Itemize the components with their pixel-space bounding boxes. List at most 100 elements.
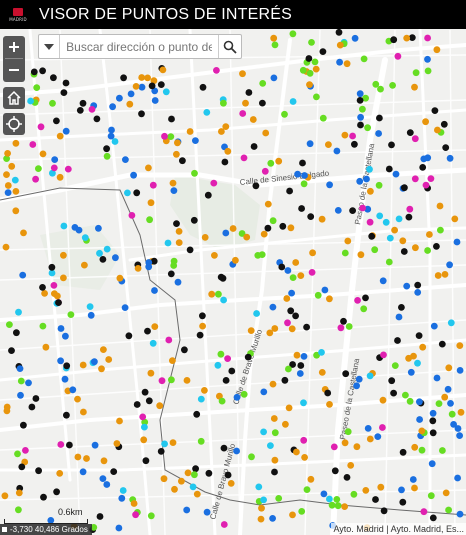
poi-marker[interactable] <box>13 329 20 337</box>
poi-marker[interactable] <box>394 337 401 344</box>
poi-marker[interactable] <box>416 416 423 423</box>
poi-marker[interactable] <box>203 508 211 516</box>
poi-marker[interactable] <box>411 484 418 492</box>
poi-marker[interactable] <box>32 395 40 402</box>
search-button[interactable] <box>218 35 241 58</box>
poi-marker[interactable] <box>419 164 427 171</box>
zoom-in-button[interactable] <box>3 36 25 58</box>
poi-marker[interactable] <box>343 474 351 481</box>
poi-marker[interactable] <box>103 152 111 160</box>
poi-marker[interactable] <box>56 173 64 181</box>
poi-marker[interactable] <box>356 177 364 185</box>
poi-marker[interactable] <box>12 207 20 215</box>
poi-marker[interactable] <box>375 181 383 189</box>
poi-marker[interactable] <box>4 150 11 157</box>
poi-marker[interactable] <box>62 79 70 87</box>
poi-marker[interactable] <box>456 432 463 439</box>
poi-marker[interactable] <box>307 475 315 483</box>
poi-marker[interactable] <box>411 443 419 451</box>
poi-marker[interactable] <box>341 503 348 510</box>
poi-marker[interactable] <box>427 492 435 500</box>
poi-marker[interactable] <box>422 118 429 126</box>
poi-marker[interactable] <box>456 367 464 374</box>
poi-marker[interactable] <box>288 289 295 297</box>
poi-marker[interactable] <box>63 362 71 370</box>
poi-marker[interactable] <box>360 305 368 313</box>
poi-marker[interactable] <box>133 189 141 197</box>
poi-marker[interactable] <box>379 396 387 404</box>
poi-marker[interactable] <box>121 304 129 311</box>
poi-marker[interactable] <box>243 233 251 241</box>
poi-marker[interactable] <box>441 393 449 401</box>
poi-marker[interactable] <box>151 97 159 104</box>
poi-marker[interactable] <box>258 251 266 258</box>
poi-marker[interactable] <box>62 332 69 340</box>
poi-marker[interactable] <box>377 85 384 93</box>
poi-marker[interactable] <box>325 141 332 149</box>
poi-marker[interactable] <box>354 297 361 304</box>
poi-marker[interactable] <box>64 165 72 173</box>
poi-marker[interactable] <box>169 357 176 364</box>
poi-marker[interactable] <box>308 39 315 46</box>
poi-marker[interactable] <box>376 212 384 220</box>
poi-marker[interactable] <box>103 481 111 488</box>
poi-marker[interactable] <box>203 109 211 116</box>
poi-marker[interactable] <box>218 397 226 405</box>
poi-marker[interactable] <box>271 456 279 464</box>
poi-marker[interactable] <box>151 323 159 330</box>
poi-marker[interactable] <box>191 471 198 479</box>
poi-marker[interactable] <box>239 110 247 117</box>
poi-marker[interactable] <box>264 200 272 208</box>
poi-marker[interactable] <box>60 251 67 259</box>
poi-marker[interactable] <box>245 89 253 96</box>
poi-marker[interactable] <box>385 165 393 173</box>
poi-marker[interactable] <box>130 171 138 179</box>
poi-marker[interactable] <box>53 117 60 125</box>
poi-marker[interactable] <box>178 477 185 485</box>
poi-marker[interactable] <box>39 150 47 158</box>
poi-marker[interactable] <box>281 376 289 384</box>
poi-marker[interactable] <box>368 232 376 240</box>
poi-marker[interactable] <box>192 465 200 473</box>
poi-marker[interactable] <box>418 427 426 435</box>
poi-marker[interactable] <box>183 506 191 514</box>
poi-marker[interactable] <box>394 52 402 60</box>
poi-marker[interactable] <box>357 251 365 259</box>
poi-marker[interactable] <box>406 397 414 405</box>
poi-marker[interactable] <box>79 361 87 369</box>
poi-marker[interactable] <box>186 128 194 135</box>
poi-marker[interactable] <box>300 353 308 360</box>
poi-marker[interactable] <box>18 463 26 471</box>
poi-marker[interactable] <box>168 376 175 384</box>
poi-marker[interactable] <box>169 179 177 187</box>
poi-marker[interactable] <box>257 515 265 523</box>
poi-marker[interactable] <box>253 310 260 317</box>
poi-marker[interactable] <box>275 157 283 165</box>
poi-marker[interactable] <box>407 368 415 376</box>
poi-marker[interactable] <box>379 277 387 285</box>
poi-marker[interactable] <box>229 225 237 232</box>
poi-marker[interactable] <box>366 435 374 443</box>
poi-marker[interactable] <box>145 164 152 172</box>
poi-marker[interactable] <box>3 171 10 179</box>
poi-marker[interactable] <box>324 389 332 397</box>
poi-marker[interactable] <box>398 486 405 494</box>
poi-marker[interactable] <box>300 436 308 444</box>
poi-marker[interactable] <box>271 325 279 332</box>
poi-marker[interactable] <box>326 181 333 189</box>
poi-marker[interactable] <box>57 325 65 332</box>
poi-marker[interactable] <box>2 243 10 251</box>
poi-marker[interactable] <box>305 55 313 62</box>
poi-marker[interactable] <box>333 496 341 503</box>
poi-marker[interactable] <box>61 375 69 383</box>
poi-marker[interactable] <box>359 204 366 212</box>
poi-marker[interactable] <box>125 332 133 340</box>
poi-marker[interactable] <box>19 271 27 279</box>
poi-marker[interactable] <box>372 496 379 503</box>
poi-marker[interactable] <box>430 322 438 330</box>
poi-marker[interactable] <box>127 90 135 98</box>
poi-marker[interactable] <box>301 454 308 461</box>
poi-marker[interactable] <box>294 170 301 178</box>
poi-marker[interactable] <box>377 483 385 491</box>
poi-marker[interactable] <box>353 382 360 390</box>
